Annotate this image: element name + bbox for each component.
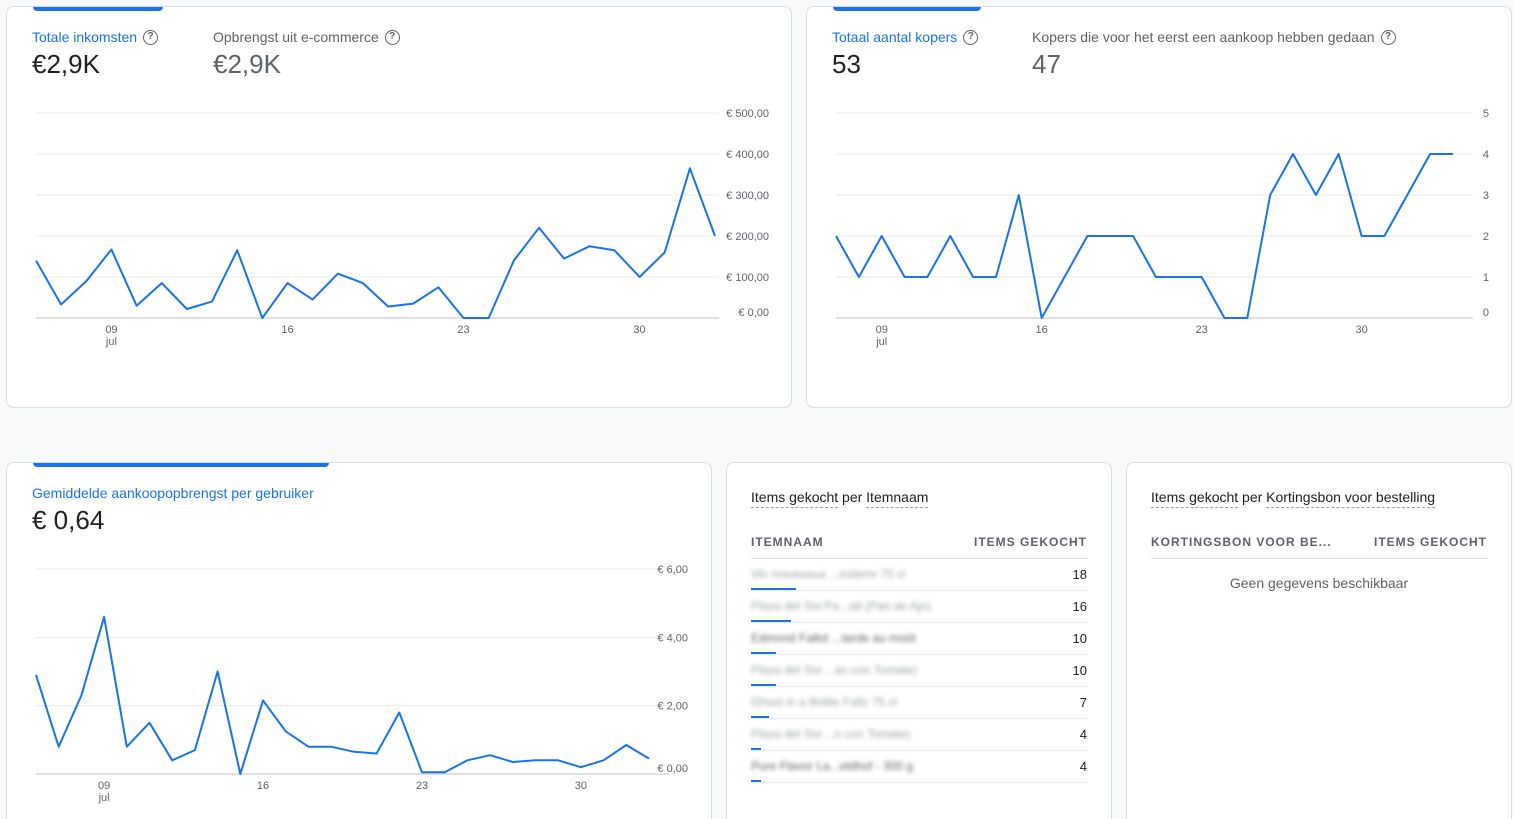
item-name: Ghost in a Bottle Fallz 75 cl: [751, 695, 898, 709]
y-tick-label: € 100,00: [726, 272, 769, 284]
table-row[interactable]: Plaza del Sol ...n con Tomate) 4: [751, 719, 1087, 751]
table-title[interactable]: Items gekocht per Kortingsbon voor beste…: [1151, 489, 1436, 508]
table-title[interactable]: Items gekocht per Itemnaam: [751, 489, 929, 508]
title-connector: per: [838, 489, 867, 505]
item-name: Pure Flavor La...eldhof - 300 g: [751, 759, 914, 773]
avg-revenue-card: Gemiddelde aankoopopbrengst per gebruike…: [6, 462, 712, 819]
y-tick-label: € 200,00: [726, 231, 769, 243]
item-count: 16: [1072, 599, 1087, 614]
y-tick-label: 0: [1483, 307, 1489, 319]
revenue-card: Totale inkomsten? €2,9K Opbrengst uit e-…: [6, 6, 792, 408]
share-bar: [751, 620, 792, 622]
share-bar: [751, 748, 762, 750]
table-row[interactable]: Ghost in a Bottle Fallz 75 cl 7: [751, 687, 1087, 719]
x-tick-sublabel: jul: [105, 336, 117, 348]
column-header-items-purchased[interactable]: ITEMS GEKOCHT: [974, 535, 1087, 549]
item-name: Plaza del Sol ...an con Tomate): [751, 663, 917, 677]
item-count: 18: [1072, 567, 1087, 582]
y-tick-label: 3: [1483, 190, 1489, 202]
x-tick-label: 23: [1196, 324, 1208, 336]
buyers-card: Totaal aantal kopers? 53 Kopers die voor…: [806, 6, 1512, 408]
y-tick-label: € 500,00: [726, 108, 769, 120]
item-count: 4: [1079, 759, 1087, 774]
y-tick-label: 5: [1483, 108, 1489, 120]
x-tick-label: 30: [633, 324, 645, 336]
item-count: 4: [1079, 727, 1087, 742]
item-name: Edmond Fallot ...tarde au moût: [751, 631, 916, 645]
share-bar: [751, 780, 762, 782]
title-dimension[interactable]: Itemnaam: [866, 489, 929, 508]
share-bar: [751, 652, 777, 654]
series-line: [35, 615, 650, 775]
x-tick-label: 16: [1036, 324, 1048, 336]
title-metric[interactable]: Items gekocht: [1151, 489, 1239, 508]
item-count: 10: [1072, 631, 1087, 646]
column-header-item-name[interactable]: ITEMNAAM: [751, 535, 824, 549]
y-tick-label: € 0,00: [738, 307, 769, 319]
series-line: [35, 167, 716, 319]
x-tick-label: 09: [98, 780, 110, 792]
y-tick-label: € 0,00: [657, 763, 688, 775]
table-header: ITEMNAAM ITEMS GEKOCHT: [751, 533, 1087, 559]
y-tick-label: 1: [1483, 272, 1489, 284]
empty-state-message: Geen gegevens beschikbaar: [1229, 575, 1409, 591]
title-metric[interactable]: Items gekocht: [751, 489, 839, 508]
table-row[interactable]: Vin mousseux ...exterre 75 cl 18: [751, 559, 1087, 591]
y-tick-label: 2: [1483, 231, 1489, 243]
item-name: Plaza del Sol Pa...ati (Pan de Ajo): [751, 599, 932, 613]
column-header-coupon[interactable]: KORTINGSBON VOOR BE...: [1151, 535, 1332, 549]
item-name: Plaza del Sol ...n con Tomate): [751, 727, 911, 741]
revenue-line-chart: € 0,00 € 100,00 € 200,00 € 300,00 € 400,00 € …: [35, 108, 769, 348]
x-tick-label: 16: [257, 780, 269, 792]
x-tick-label: 23: [457, 324, 469, 336]
x-tick-sublabel: jul: [875, 336, 887, 348]
share-bar: [751, 588, 797, 590]
x-tick-label: 16: [281, 324, 293, 336]
y-tick-label: € 400,00: [726, 149, 769, 161]
item-count: 7: [1079, 695, 1087, 710]
buyers-line-chart: 01234509jul16 23 30: [835, 108, 1489, 348]
table-row[interactable]: Pure Flavor La...eldhof - 300 g 4: [751, 751, 1087, 783]
y-tick-label: € 6,00: [657, 564, 688, 576]
table-row[interactable]: Plaza del Sol ...an con Tomate) 10: [751, 655, 1087, 687]
item-name: Vin mousseux ...exterre 75 cl: [751, 567, 906, 581]
title-connector: per: [1238, 489, 1267, 505]
x-tick-label: 30: [575, 780, 587, 792]
column-header-items-purchased[interactable]: ITEMS GEKOCHT: [1374, 535, 1487, 549]
share-bar: [751, 716, 770, 718]
title-dimension[interactable]: Kortingsbon voor bestelling: [1266, 489, 1436, 508]
table-header: KORTINGSBON VOOR BE... ITEMS GEKOCHT: [1151, 533, 1487, 559]
x-tick-label: 23: [416, 780, 428, 792]
x-tick-label: 09: [105, 324, 117, 336]
y-tick-label: 4: [1483, 149, 1489, 161]
avg-revenue-line-chart: € 0,00 € 2,00 € 4,00 € 6,00 09jul 16 23 30: [35, 564, 688, 804]
items-by-coupon-card: Items gekocht per Kortingsbon voor beste…: [1126, 462, 1512, 819]
item-count: 10: [1072, 663, 1087, 678]
items-by-name-card: Items gekocht per Itemnaam ITEMNAAM ITEM…: [726, 462, 1112, 819]
share-bar: [751, 684, 777, 686]
table-row[interactable]: Edmond Fallot ...tarde au moût 10: [751, 623, 1087, 655]
y-tick-label: € 300,00: [726, 190, 769, 202]
x-tick-label: 30: [1355, 324, 1367, 336]
table-row[interactable]: Plaza del Sol Pa...ati (Pan de Ajo) 16: [751, 591, 1087, 623]
y-tick-label: € 4,00: [657, 632, 688, 644]
x-tick-sublabel: jul: [98, 792, 110, 804]
x-tick-label: 09: [876, 324, 888, 336]
y-tick-label: € 2,00: [657, 701, 688, 713]
